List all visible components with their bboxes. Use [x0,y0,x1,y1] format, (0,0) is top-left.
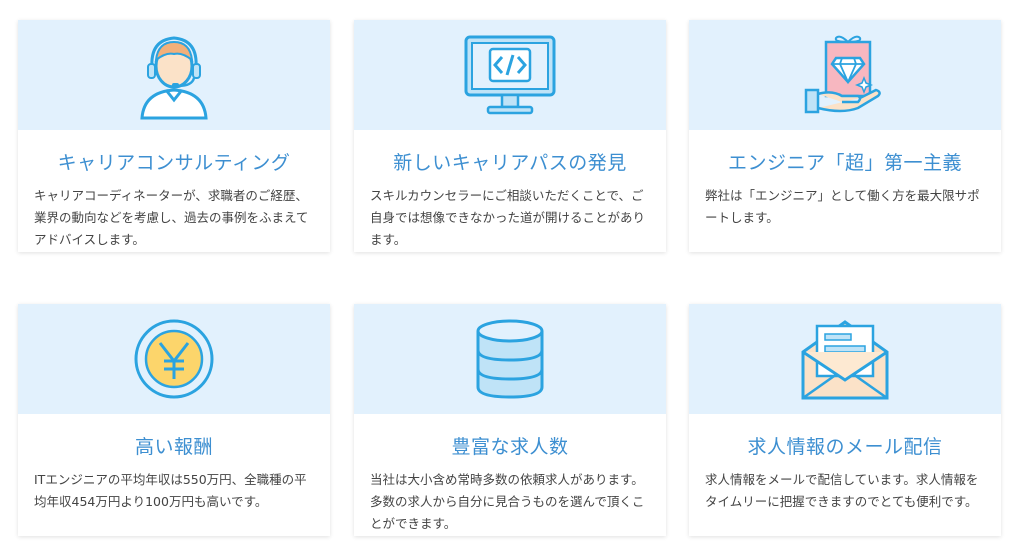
card-icon-area [18,304,330,414]
card-icon-area [354,304,666,414]
card-description: 当社は大小含め常時多数の依頼求人があります。多数の求人から自分に見合うものを選ん… [370,472,645,531]
card-description: スキルカウンセラーにご相談いただくことで、ご自身では想像できなかった道が開けるこ… [370,188,646,247]
feature-card-high-salary: 高い報酬 ITエンジニアの平均年収は550万円、全職種の平均年収454万円より1… [18,304,330,536]
card-title: 求人情報のメール配信 [747,436,943,458]
card-description: 弊社は「エンジニア」として働く方を最大限サポートします。 [705,188,980,225]
card-title: キャリアコンサルティング [57,152,291,174]
card-description: キャリアコーディネーターが、求職者のご経歴、業界の動向などを考慮し、過去の事例を… [34,188,309,247]
card-title: 豊富な求人数 [451,436,569,458]
database-icon [476,319,544,399]
card-title: エンジニア「超」第一主義 [727,152,962,174]
feature-card-many-jobs: 豊富な求人数 当社は大小含め常時多数の依頼求人があります。多数の求人から自分に見… [354,304,666,536]
features-grid: キャリアコンサルティング キャリアコーディネーターが、求職者のご経歴、業界の動向… [0,0,1024,550]
monitor-code-icon [464,35,556,115]
card-title: 新しいキャリアパスの発見 [393,152,627,174]
feature-card-engineer-first: エンジニア「超」第一主義 弊社は「エンジニア」として働く方を最大限サポートします… [689,20,1001,252]
card-icon-area [689,304,1001,414]
card-icon-area [689,20,1001,130]
envelope-letter-icon [801,320,889,400]
card-description: ITエンジニアの平均年収は550万円、全職種の平均年収454万円より100万円も… [34,472,307,509]
yen-coin-icon [134,319,214,399]
diamond-gift-hand-icon [804,35,881,114]
card-icon-area [354,20,666,130]
card-icon-area [18,20,330,130]
feature-card-email-delivery: 求人情報のメール配信 求人情報をメールで配信しています。求人情報をタイムリーに把… [689,304,1001,536]
feature-card-new-career-path: 新しいキャリアパスの発見 スキルカウンセラーにご相談いただくことで、ご自身では想… [354,20,666,252]
feature-card-career-consulting: キャリアコンサルティング キャリアコーディネーターが、求職者のご経歴、業界の動向… [18,20,330,252]
headset-consultant-icon [140,36,208,120]
card-title: 高い報酬 [134,436,213,458]
card-description: 求人情報をメールで配信しています。求人情報をタイムリーに把握できますのでとても便… [705,472,979,509]
